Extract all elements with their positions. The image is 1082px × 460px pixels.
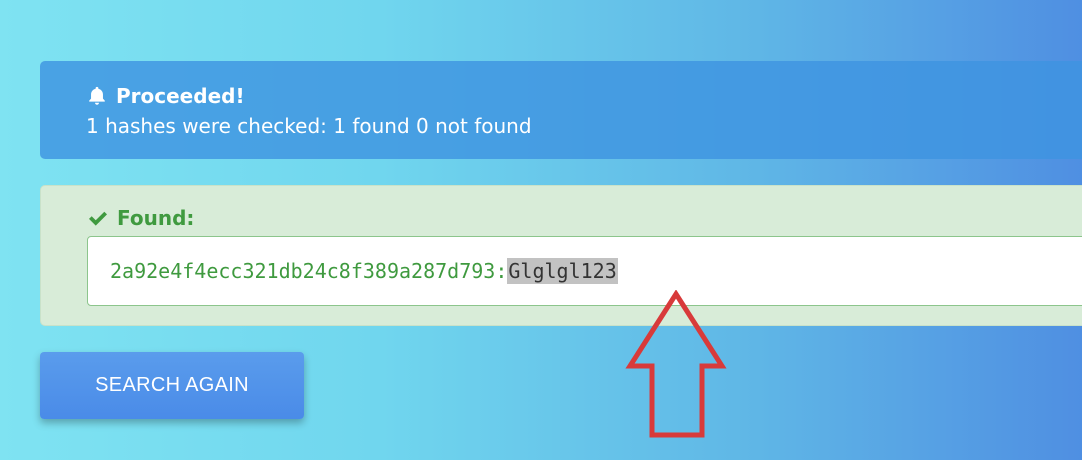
- up-arrow-icon: [625, 290, 727, 438]
- search-again-button[interactable]: SEARCH AGAIN: [40, 352, 304, 419]
- hash-separator: :: [495, 259, 508, 283]
- alert-title-row: Proceeded!: [86, 83, 1082, 109]
- found-title: Found:: [117, 206, 195, 230]
- bell-icon: [89, 86, 105, 105]
- found-panel: Found: 2a92e4f4ecc321db24c8f389a287d793:…: [40, 185, 1082, 326]
- alert-message: 1 hashes were checked: 1 found 0 not fou…: [86, 114, 532, 138]
- hash-value: 2a92e4f4ecc321db24c8f389a287d793: [110, 259, 496, 283]
- found-title-row: Found:: [87, 206, 194, 230]
- hash-result-field[interactable]: 2a92e4f4ecc321db24c8f389a287d793: Glglgl1…: [87, 236, 1082, 306]
- cracked-plaintext[interactable]: Glglgl123: [507, 258, 618, 284]
- alert-title: Proceeded!: [116, 84, 245, 108]
- info-alert: Proceeded! 1 hashes were checked: 1 foun…: [40, 61, 1082, 159]
- check-icon: [89, 211, 107, 226]
